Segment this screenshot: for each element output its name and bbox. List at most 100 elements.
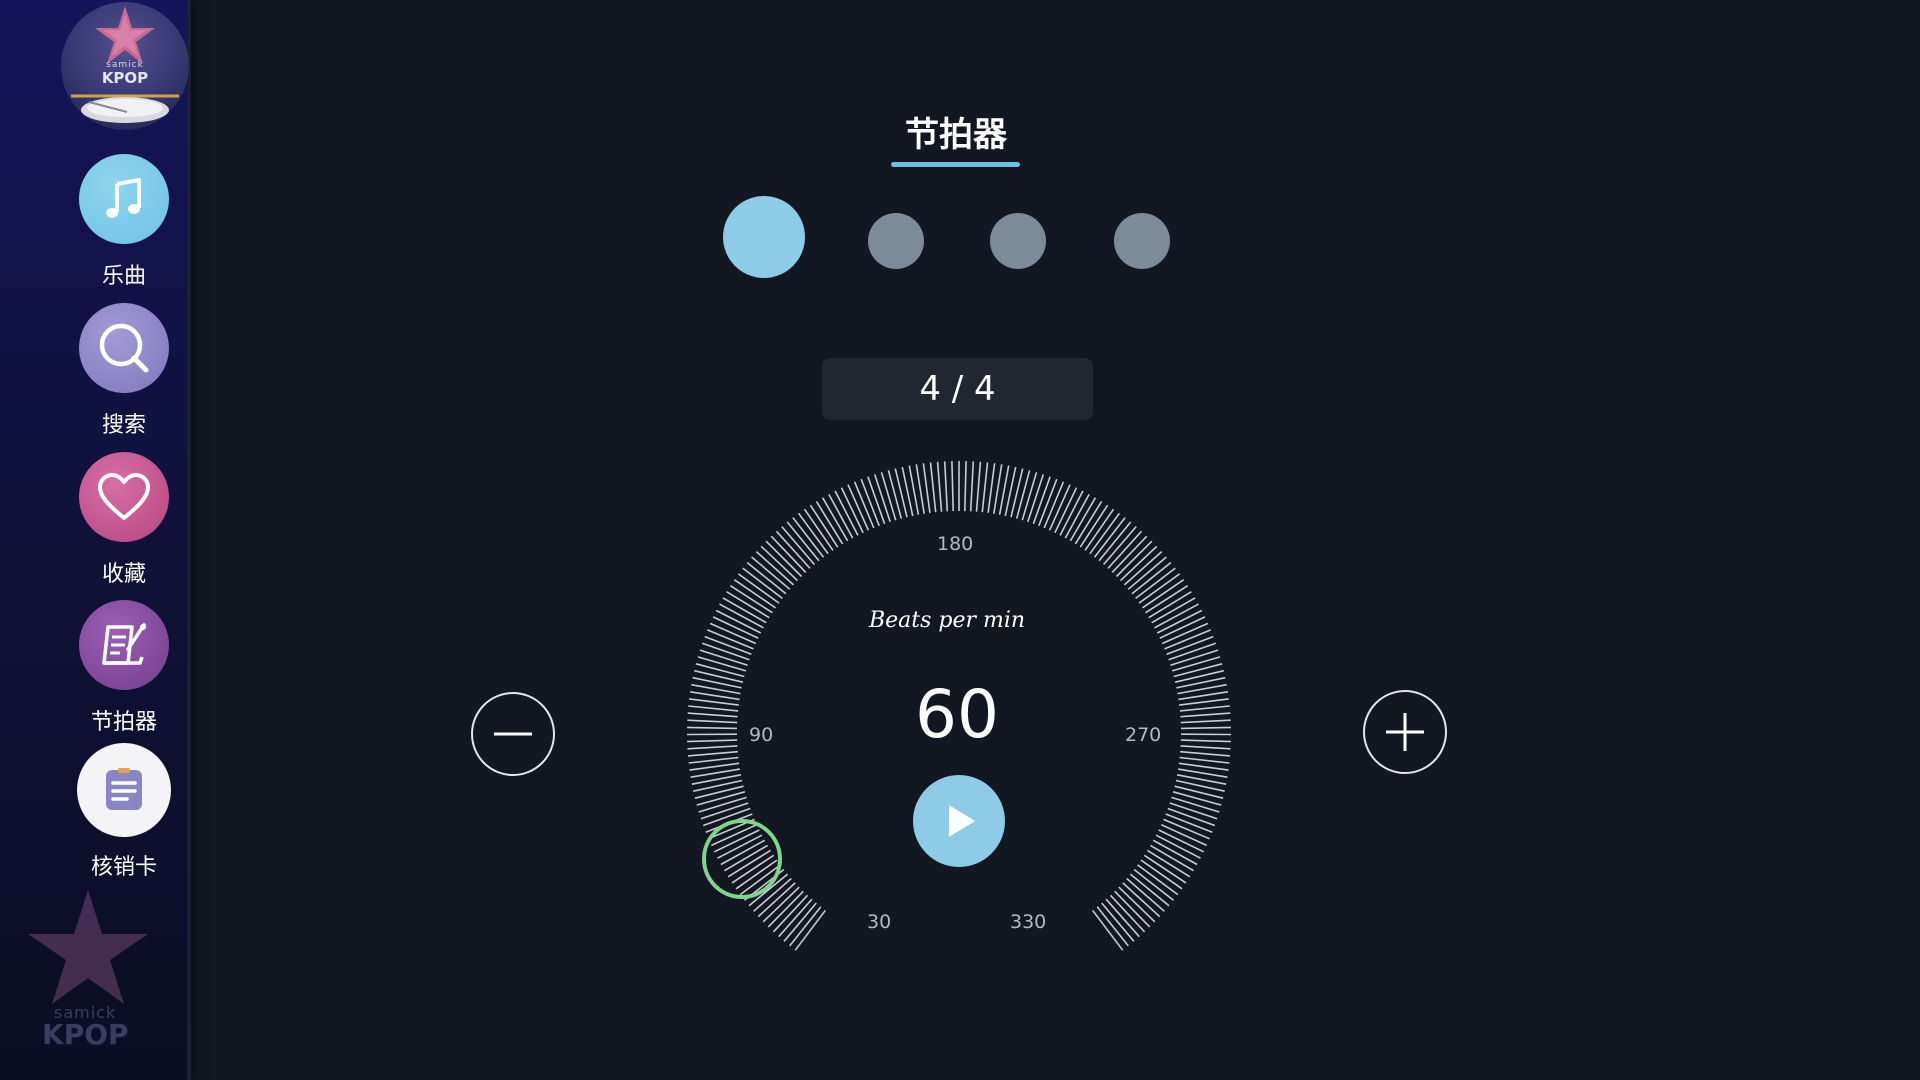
dial-tick bbox=[1123, 551, 1163, 586]
dial-tick bbox=[690, 768, 741, 778]
decrease-tempo-button[interactable] bbox=[471, 692, 555, 776]
dial-tick bbox=[1074, 500, 1103, 545]
dial-tick bbox=[1180, 745, 1231, 750]
card-icon-circle[interactable] bbox=[77, 743, 171, 837]
dial-tick bbox=[717, 834, 763, 859]
dial-tick bbox=[901, 466, 914, 517]
dial-tick bbox=[695, 663, 745, 678]
dial-tick bbox=[987, 463, 996, 514]
dial-tick bbox=[748, 873, 789, 907]
tempo-dial-knob[interactable] bbox=[702, 819, 782, 899]
dial-tick bbox=[1027, 474, 1045, 523]
sidebar-item-search[interactable]: 搜索 bbox=[62, 303, 186, 448]
sidebar-item-favorites[interactable]: 收藏 bbox=[62, 452, 186, 597]
play-icon bbox=[949, 805, 975, 837]
play-button[interactable] bbox=[913, 775, 1005, 867]
dial-tick bbox=[936, 461, 943, 512]
dial-tick bbox=[1156, 609, 1203, 634]
dial-tick bbox=[894, 468, 908, 518]
dial-tick bbox=[1043, 481, 1065, 529]
dial-tick bbox=[1048, 484, 1071, 531]
dial-tick bbox=[847, 484, 870, 531]
dial-tick bbox=[1159, 616, 1206, 639]
dial-tick bbox=[828, 493, 854, 539]
dial-tick bbox=[1038, 478, 1058, 527]
search-icon-circle[interactable] bbox=[79, 303, 169, 393]
dial-tick bbox=[1122, 882, 1161, 918]
scale-label-left: 90 bbox=[749, 724, 774, 746]
sidebar-item-metronome[interactable]: 节拍器 bbox=[62, 600, 186, 745]
time-signature-selector[interactable]: 4 / 4 bbox=[822, 358, 1093, 420]
dial-tick bbox=[860, 478, 880, 527]
scale-label-right: 270 bbox=[1125, 724, 1162, 746]
scale-label-bottom-right: 330 bbox=[1010, 911, 1047, 933]
dial-tick bbox=[797, 512, 829, 555]
dial-tick bbox=[1175, 779, 1225, 792]
dial-tick bbox=[1064, 493, 1090, 539]
dial-tick bbox=[720, 839, 766, 866]
dial-tick bbox=[751, 556, 791, 590]
dial-tick bbox=[727, 849, 772, 878]
songs-icon-circle[interactable] bbox=[79, 154, 169, 244]
beat-dot bbox=[990, 213, 1046, 269]
dial-tick bbox=[701, 642, 750, 661]
dial-tick bbox=[1141, 579, 1185, 609]
dial-tick bbox=[1109, 894, 1146, 933]
dial-tick bbox=[908, 465, 920, 515]
dial-tick bbox=[964, 461, 967, 512]
sidebar-item-label: 节拍器 bbox=[90, 710, 157, 735]
dial-tick bbox=[692, 676, 742, 689]
favorites-icon-circle[interactable] bbox=[79, 452, 169, 542]
dial-tick bbox=[687, 750, 738, 757]
brand-logo: samick KPOP bbox=[61, 2, 189, 130]
dial-tick bbox=[765, 540, 803, 578]
dial-tick bbox=[815, 500, 844, 545]
dial-tick bbox=[922, 463, 931, 514]
sidebar: samick KPOP 乐曲 搜索 收藏 节拍器 核销卡 samick KPOP bbox=[0, 0, 191, 1080]
dial-tick bbox=[1167, 807, 1216, 827]
dial-tick bbox=[1171, 656, 1221, 672]
dial-tick bbox=[1118, 886, 1156, 923]
dial-tick bbox=[699, 649, 748, 667]
dial-tick bbox=[1054, 487, 1078, 534]
dial-tick bbox=[1170, 649, 1219, 667]
dial-tick bbox=[1154, 603, 1199, 629]
dial-tick bbox=[689, 698, 739, 706]
dial-tick bbox=[1177, 768, 1228, 778]
dial-tick bbox=[1179, 698, 1229, 706]
beat-dot bbox=[868, 213, 924, 269]
dial-tick bbox=[1178, 762, 1229, 771]
dial-tick bbox=[772, 894, 809, 933]
metronome-notepad-icon bbox=[102, 623, 146, 665]
dial-tick bbox=[709, 622, 757, 645]
dial-tick bbox=[689, 762, 740, 771]
dial-tick bbox=[742, 567, 783, 600]
sidebar-item-card[interactable]: 核销卡 bbox=[62, 743, 186, 890]
dial-tick bbox=[789, 906, 822, 947]
dial-tick bbox=[688, 756, 739, 764]
dial-tick bbox=[1102, 526, 1137, 566]
star-logo-icon bbox=[95, 6, 155, 64]
sidebar-item-label: 核销卡 bbox=[90, 855, 157, 880]
dial-tick bbox=[873, 474, 891, 523]
scale-label-bottom-left: 30 bbox=[867, 911, 892, 933]
dial-tick bbox=[733, 579, 777, 609]
dial-tick bbox=[834, 490, 859, 536]
dial-tick bbox=[1107, 530, 1143, 569]
drum-icon bbox=[71, 94, 179, 123]
dial-tick bbox=[719, 603, 764, 629]
dial-tick bbox=[689, 691, 740, 701]
increase-tempo-button[interactable] bbox=[1363, 690, 1447, 774]
metronome-icon-circle[interactable] bbox=[79, 600, 169, 690]
dial-tick bbox=[993, 464, 1003, 514]
sidebar-item-songs[interactable]: 乐曲 bbox=[62, 154, 186, 299]
dial-tick bbox=[1164, 629, 1212, 650]
dial-tick bbox=[1131, 561, 1172, 595]
dial-tick bbox=[1148, 591, 1192, 619]
dial-tick bbox=[1163, 818, 1210, 840]
dial-tick bbox=[729, 585, 773, 614]
dial-tick bbox=[687, 726, 738, 730]
dial-tick bbox=[693, 779, 743, 792]
dial-tick bbox=[1093, 517, 1126, 558]
dial-tick bbox=[1138, 573, 1181, 604]
